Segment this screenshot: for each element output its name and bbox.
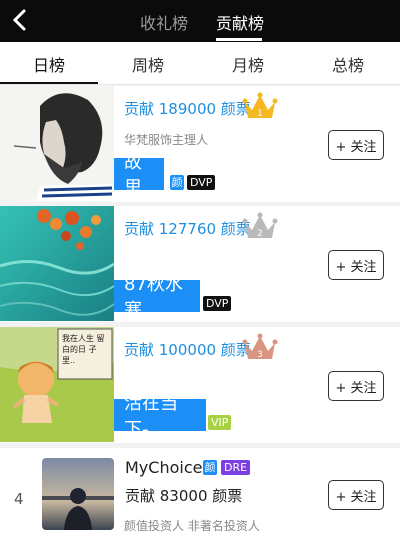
tab-daily[interactable]: 日榜 xyxy=(33,52,65,76)
user-subtitle: 颜值投资人 非著名投资人 xyxy=(124,519,260,533)
follow-button[interactable]: + 关注 xyxy=(328,130,384,160)
list-item[interactable]: 贡献 127760 颜票 2 + 关注 87秋水寒 DVP xyxy=(0,206,400,322)
rank-number: 4 xyxy=(14,490,24,508)
dvp-badge: DVP xyxy=(203,296,232,311)
list-item[interactable]: 我在人生 留白的日 子里.. 贡献 100000 颜票 3 + 关注 活在当下-… xyxy=(0,327,400,443)
yan-badge: 颜 xyxy=(170,175,184,190)
gold-crown-icon: 1 xyxy=(242,92,278,119)
contribution-text: 贡献 189000 颜票 xyxy=(124,100,251,118)
follow-button[interactable]: + 关注 xyxy=(328,371,384,401)
contribution-text: 贡献 100000 颜票 xyxy=(124,341,251,359)
period-tabs: 日榜 周榜 月榜 总榜 xyxy=(0,42,400,85)
dre-badge: DRE xyxy=(221,460,251,475)
active-tab-indicator xyxy=(216,38,262,41)
user-name: 故里 xyxy=(114,152,164,199)
tab-weekly[interactable]: 周榜 xyxy=(132,52,164,76)
avatar xyxy=(42,458,114,530)
user-subtitle: 华梵服饰主理人 xyxy=(124,133,209,147)
silver-crown-icon: 2 xyxy=(242,212,278,239)
bronze-crown-icon: 3 xyxy=(242,333,278,360)
user-photo xyxy=(0,86,114,201)
rank-number: 1 xyxy=(257,109,263,119)
follow-button[interactable]: + 关注 xyxy=(328,480,384,510)
tab-contribution-ranking[interactable]: 贡献榜 xyxy=(216,10,264,34)
top-bar: 收礼榜 贡献榜 xyxy=(0,0,400,42)
contribution-text: 贡献 83000 颜票 xyxy=(125,487,243,505)
dvp-badge: DVP xyxy=(187,175,216,190)
back-arrow-icon[interactable] xyxy=(8,7,34,33)
rank-number: 3 xyxy=(257,350,263,360)
user-name: MyChoice xyxy=(125,458,203,477)
rank-number: 2 xyxy=(257,229,263,239)
photo-caption: 我在人生 留白的日 子里.. xyxy=(62,334,105,365)
tab-gift-ranking[interactable]: 收礼榜 xyxy=(140,10,188,34)
vip-badge: VIP xyxy=(208,415,232,430)
list-item[interactable]: 贡献 189000 颜票 1 华梵服饰主理人 + 关注 故里 颜 DVP xyxy=(0,86,400,202)
tab-monthly[interactable]: 月榜 xyxy=(232,52,264,76)
user-photo: 我在人生 留白的日 子里.. xyxy=(0,327,114,442)
follow-button[interactable]: + 关注 xyxy=(328,250,384,280)
tab-total[interactable]: 总榜 xyxy=(332,52,364,76)
user-name: 87秋水寒 xyxy=(114,274,200,321)
user-name: 活在当下- xyxy=(114,393,206,440)
user-photo xyxy=(0,206,114,321)
yan-badge: 颜 xyxy=(203,460,217,475)
active-period-indicator xyxy=(0,82,98,84)
contribution-text: 贡献 127760 颜票 xyxy=(124,220,251,238)
